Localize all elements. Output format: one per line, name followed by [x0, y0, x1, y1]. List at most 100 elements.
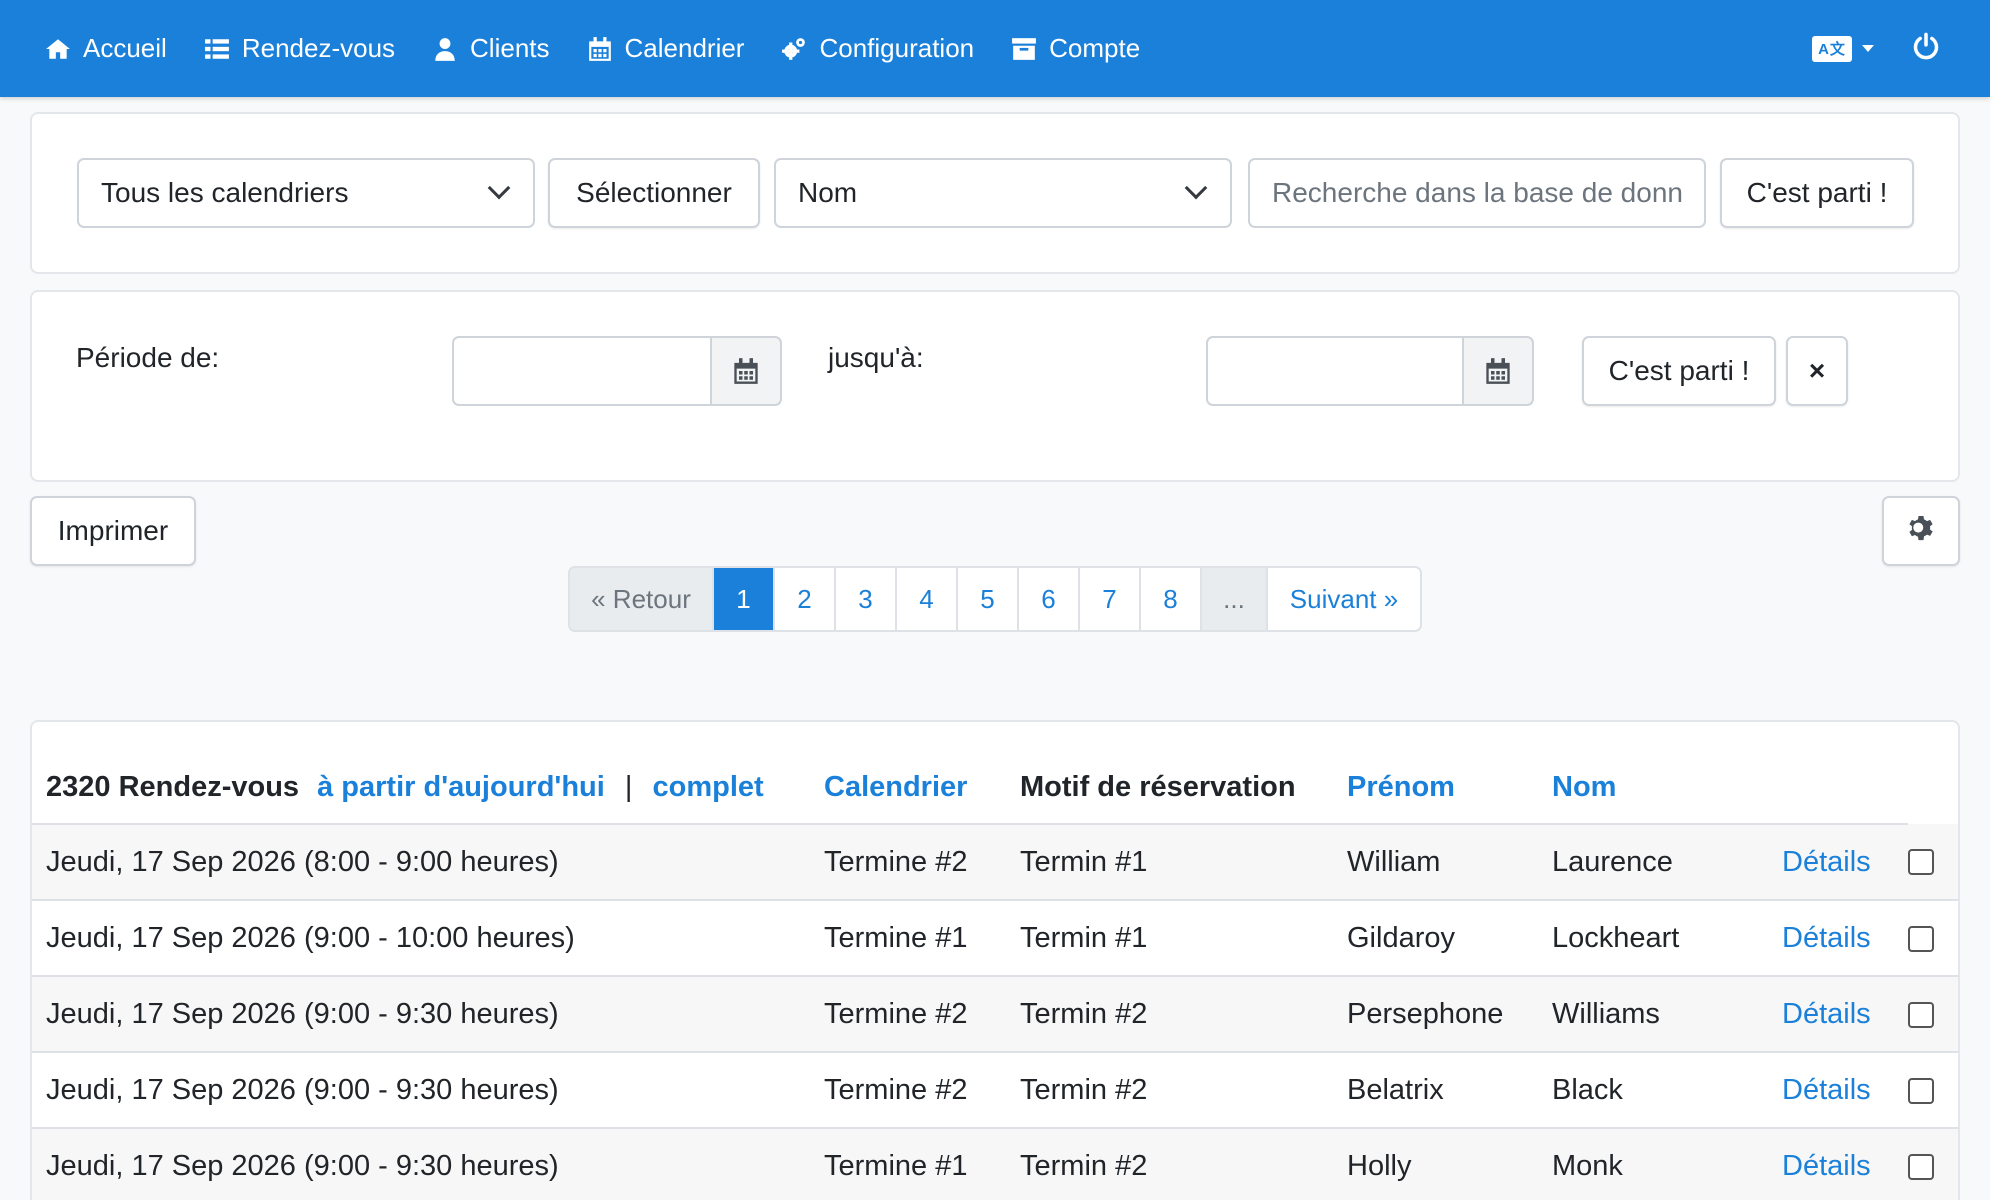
period-card: Période de: jusqu'à: C'est parti ! ×	[30, 290, 1960, 482]
gear-icon	[1906, 513, 1936, 550]
period-to-label: jusqu'à:	[828, 342, 924, 373]
pagination-page-3[interactable]: 3	[836, 568, 897, 630]
calendar-icon[interactable]	[1462, 336, 1534, 406]
cell-calendar: Termine #1	[824, 900, 1020, 977]
top-navbar: Accueil Rendez-vous Clients Calendrier C…	[0, 0, 1990, 97]
column-header-lastname[interactable]: Nom	[1552, 752, 1782, 825]
column-header-calendar[interactable]: Calendrier	[824, 752, 1020, 825]
pagination: « Retour 1 2 3 4 5 6 7 8 ... Suivant »	[568, 566, 1422, 632]
filter-separator: |	[624, 771, 633, 803]
nav-item-home[interactable]: Accueil	[44, 33, 167, 64]
column-header-details	[1782, 752, 1908, 825]
cell-date: Jeudi, 17 Sep 2026 (9:00 - 9:30 heures)	[32, 976, 824, 1053]
pagination-page-2[interactable]: 2	[775, 568, 836, 630]
period-go-button[interactable]: C'est parti !	[1582, 336, 1776, 406]
cell-date: Jeudi, 17 Sep 2026 (9:00 - 10:00 heures)	[32, 900, 824, 977]
pagination-page-4[interactable]: 4	[897, 568, 958, 630]
archive-icon	[1010, 35, 1038, 63]
search-go-button[interactable]: C'est parti !	[1720, 158, 1914, 228]
row-checkbox[interactable]	[1908, 1153, 1934, 1180]
table-header-row: 2320 Rendez-vous à partir d'aujourd'hui …	[32, 752, 1958, 825]
nav-item-clients[interactable]: Clients	[431, 33, 550, 64]
nav-item-account[interactable]: Compte	[1010, 33, 1140, 64]
nav-item-label: Calendrier	[624, 33, 745, 63]
nav-item-calendar[interactable]: Calendrier	[586, 33, 745, 64]
power-icon[interactable]	[1912, 32, 1940, 65]
cell-lastname: Laurence	[1552, 824, 1782, 901]
cell-firstname: William	[1347, 824, 1552, 901]
row-checkbox[interactable]	[1908, 925, 1934, 952]
language-icon: A文	[1812, 35, 1852, 62]
cell-lastname: Monk	[1552, 1128, 1782, 1200]
details-link[interactable]: Détails	[1782, 1150, 1871, 1182]
cell-calendar: Termine #2	[824, 1052, 1020, 1129]
cell-reason: Termin #1	[1020, 824, 1347, 901]
search-input[interactable]: Recherche dans la base de données	[1248, 158, 1706, 228]
period-from-datepicker	[452, 336, 782, 406]
period-to-input[interactable]	[1206, 336, 1462, 406]
row-checkbox[interactable]	[1908, 1001, 1934, 1028]
calendar-icon[interactable]	[710, 336, 782, 406]
print-button[interactable]: Imprimer	[30, 496, 196, 566]
details-link[interactable]: Détails	[1782, 998, 1871, 1030]
cell-date: Jeudi, 17 Sep 2026 (9:00 - 9:30 heures)	[32, 1052, 824, 1129]
home-icon	[44, 35, 72, 63]
table-header-summary: 2320 Rendez-vous à partir d'aujourd'hui …	[32, 752, 824, 825]
cell-firstname: Holly	[1347, 1128, 1552, 1200]
details-link[interactable]: Détails	[1782, 846, 1871, 878]
table-row: Jeudi, 17 Sep 2026 (9:00 - 9:30 heures) …	[32, 1052, 1958, 1129]
column-header-firstname[interactable]: Prénom	[1347, 752, 1552, 825]
cell-firstname: Persephone	[1347, 976, 1552, 1053]
nav-item-label: Clients	[470, 33, 550, 63]
cell-reason: Termin #2	[1020, 1128, 1347, 1200]
cell-lastname: Lockheart	[1552, 900, 1782, 977]
table-settings-button[interactable]	[1882, 496, 1960, 566]
pagination-prev[interactable]: « Retour	[570, 568, 714, 630]
cell-calendar: Termine #2	[824, 824, 1020, 901]
pagination-page-1[interactable]: 1	[714, 568, 775, 630]
nav-item-label: Compte	[1049, 33, 1141, 63]
chevron-down-icon	[487, 176, 511, 200]
table-row: Jeudi, 17 Sep 2026 (8:00 - 9:00 heures) …	[32, 824, 1958, 901]
cell-date: Jeudi, 17 Sep 2026 (9:00 - 9:30 heures)	[32, 1128, 824, 1200]
period-clear-button[interactable]: ×	[1786, 336, 1848, 406]
pagination-page-7[interactable]: 7	[1080, 568, 1141, 630]
cell-date: Jeudi, 17 Sep 2026 (8:00 - 9:00 heures)	[32, 824, 824, 901]
column-header-reason: Motif de réservation	[1020, 752, 1347, 825]
gears-icon	[780, 35, 808, 63]
list-icon	[203, 35, 231, 63]
pagination-next[interactable]: Suivant »	[1268, 568, 1420, 630]
pagination-ellipsis: ...	[1202, 568, 1268, 630]
pagination-page-5[interactable]: 5	[958, 568, 1019, 630]
chevron-down-icon	[1184, 176, 1208, 200]
nav-item-label: Accueil	[83, 33, 167, 63]
table-row: Jeudi, 17 Sep 2026 (9:00 - 10:00 heures)…	[32, 900, 1958, 977]
calendar-select-value: Tous les calendriers	[101, 177, 349, 208]
cell-reason: Termin #2	[1020, 976, 1347, 1053]
appointments-table: 2320 Rendez-vous à partir d'aujourd'hui …	[32, 752, 1958, 1200]
appointment-count: 2320 Rendez-vous	[46, 771, 300, 803]
cell-calendar: Termine #1	[824, 1128, 1020, 1200]
select-button[interactable]: Sélectionner	[548, 158, 760, 228]
field-select-value: Nom	[798, 177, 858, 208]
language-dropdown[interactable]: A文	[1812, 35, 1874, 62]
chevron-down-icon	[1862, 45, 1874, 52]
column-header-select	[1908, 752, 1958, 824]
row-checkbox[interactable]	[1908, 849, 1934, 876]
cell-firstname: Belatrix	[1347, 1052, 1552, 1129]
filter-from-today-link[interactable]: à partir d'aujourd'hui	[317, 771, 605, 803]
field-select[interactable]: Nom	[774, 158, 1232, 228]
pagination-page-8[interactable]: 8	[1141, 568, 1202, 630]
nav-item-appointments[interactable]: Rendez-vous	[203, 33, 395, 64]
period-from-input[interactable]	[452, 336, 710, 406]
row-checkbox[interactable]	[1908, 1077, 1934, 1104]
nav-item-configuration[interactable]: Configuration	[780, 33, 974, 64]
filter-complete-link[interactable]: complet	[652, 771, 763, 803]
details-link[interactable]: Détails	[1782, 922, 1871, 954]
cell-reason: Termin #2	[1020, 1052, 1347, 1129]
details-link[interactable]: Détails	[1782, 1074, 1871, 1106]
pagination-page-6[interactable]: 6	[1019, 568, 1080, 630]
table-row: Jeudi, 17 Sep 2026 (9:00 - 9:30 heures) …	[32, 976, 1958, 1053]
calendar-select[interactable]: Tous les calendriers	[77, 158, 535, 228]
cell-firstname: Gildaroy	[1347, 900, 1552, 977]
